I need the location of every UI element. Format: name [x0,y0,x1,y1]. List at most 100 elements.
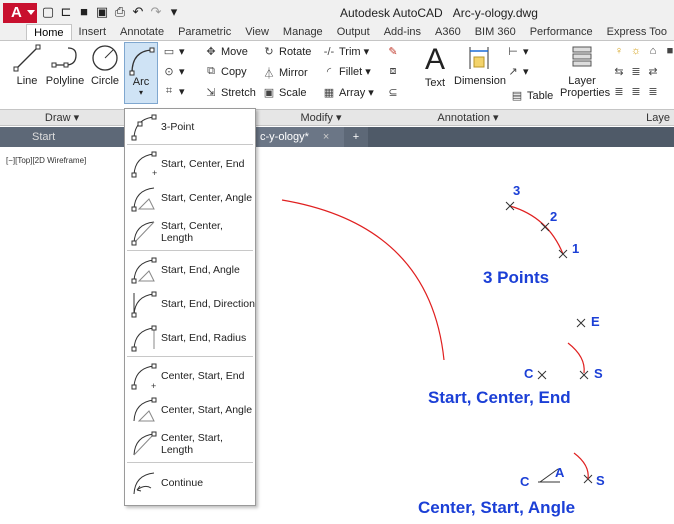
modify-panel-title[interactable]: Modify ▾ [256,110,386,126]
arc-button[interactable]: Arc ▾ [124,42,158,104]
fillet-button[interactable]: ◜ Fillet ▾ [322,65,371,79]
menu-item-start-end-direction[interactable]: Start, End, Direction [125,287,255,321]
menu-item-start-end-angle[interactable]: Start, End, Angle [125,253,255,287]
layer-state-controls[interactable]: ♀ ☼ ⌂ ■ [612,45,674,57]
point-label-s-2: S [596,473,605,488]
rotate-label: Rotate [279,45,312,58]
application-menu-button[interactable]: A [3,3,37,23]
tab-home[interactable]: Home [26,24,72,40]
boundary-button[interactable]: ⌗ ▾ [162,85,185,98]
linear-dimension-button[interactable]: ⊢ ▾ [506,45,528,58]
polyline-icon [51,47,77,68]
tab-start[interactable]: Start [0,127,124,147]
explode-button[interactable]: ⧈ [386,65,400,78]
print-icon[interactable]: ⎙ [112,4,128,20]
scale-label: Scale [279,86,307,99]
tab-annotate[interactable]: Annotate [113,24,171,40]
leader-button[interactable]: ↗ ▾ [506,65,528,78]
text-button[interactable]: A Text [418,43,452,93]
draw-panel-title[interactable]: Draw ▾ [0,110,124,126]
menu-separator [127,462,253,463]
mirror-button[interactable]: ⏃ Mirror [262,65,308,81]
layers-panel-title[interactable]: Laye [550,110,674,126]
hatch-button[interactable]: ⊙ ▾ [162,65,184,78]
trim-label: Trim [339,45,361,58]
menu-item-start-end-radius[interactable]: Start, End, Radius [125,321,255,355]
save-icon[interactable]: ■ [76,4,92,20]
menu-item-3-point[interactable]: 3-Point [125,110,255,144]
drawing-canvas[interactable]: [−][Top][2D Wireframe] 3 2 1 3 Points E … [0,147,674,524]
table-button[interactable]: ▤ Table [510,89,554,103]
tab-a360[interactable]: A360 [428,24,468,40]
start-center-end-caption: Start, Center, End [428,388,571,407]
tab-parametric[interactable]: Parametric [171,24,238,40]
table-label: Table [527,89,554,102]
tab-arc-y-ology[interactable]: c-y-ology* × [252,127,344,147]
array-button[interactable]: ▦ Array ▾ [322,86,374,100]
svg-text:+: + [152,168,157,178]
rectangle-button[interactable]: ▭ ▾ [162,45,185,58]
stretch-button[interactable]: ⇲ Stretch [204,86,255,100]
tab-manage[interactable]: Manage [276,24,330,40]
move-button[interactable]: ✥ Move [204,45,248,59]
menu-item-center-start-end[interactable]: + Center, Start, End [125,359,255,393]
table-icon: ▤ [511,90,523,102]
chevron-down-icon: ▾ [363,46,370,58]
arc-continue-icon [133,472,155,495]
copy-button[interactable]: ⧉ Copy [204,65,247,78]
arc-icon [129,47,155,76]
offset-button[interactable]: ⊆ [386,86,400,99]
point-label-3: 3 [513,183,521,198]
tab-insert[interactable]: Insert [72,24,114,40]
scale-button[interactable]: ▣ Scale [262,86,307,100]
arc-center-start-end-icon: + [131,363,157,391]
new-file-icon[interactable]: ▢ [40,4,56,20]
tab-output[interactable]: Output [330,24,377,40]
tab-add-ins[interactable]: Add-ins [377,24,428,40]
center-start-angle-arc [573,452,589,480]
close-icon[interactable]: × [323,131,329,143]
tab-express-tools[interactable]: Express Too [600,24,674,40]
hatch-icon: ⊙ [164,66,174,78]
customize-toolbar-icon[interactable]: ▾ [166,4,182,20]
mirror-icon: ⏃ [263,68,275,80]
arc-start-center-angle-icon [131,187,155,212]
document-tab-label: c-y-ology* [260,131,309,143]
point-label-c-2: C [520,474,530,489]
layer-freeze-icon: ≣ [631,86,641,98]
tab-view[interactable]: View [238,24,276,40]
three-points-caption: 3 Points [483,268,550,287]
svg-text:+: + [151,381,156,391]
new-tab-button[interactable]: + [344,127,368,147]
polyline-button[interactable]: Polyline [44,43,86,93]
tab-bim-360[interactable]: BIM 360 [468,24,523,40]
menu-item-center-start-angle[interactable]: Center, Start, Angle [125,393,255,427]
undo-icon[interactable]: ↶ [130,4,146,20]
layer-properties-button[interactable]: Layer Properties [560,43,610,99]
annotation-panel-title[interactable]: Annotation ▾ [386,110,550,126]
color-swatch-icon: ■ [666,45,674,57]
tab-performance[interactable]: Performance [523,24,600,40]
menu-item-continue[interactable]: Continue [125,466,255,500]
menu-separator [127,144,253,145]
layer-label-1: Layer [568,75,596,87]
app-title: Autodesk AutoCAD [340,6,443,20]
layer-tools-row-1[interactable]: ⇆ ≣ ⇄ [612,65,660,78]
redo-icon[interactable]: ↷ [148,4,164,20]
dimension-button[interactable]: Dimension [454,43,506,93]
circle-button[interactable]: Circle [88,43,122,93]
autocad-window: A ▢ ⊏ ■ ▣ ⎙ ↶ ↷ ▾ Autodesk AutoCAD Arc-y… [0,0,674,524]
layer-properties-icon [572,46,592,67]
rotate-button[interactable]: ↻ Rotate [262,45,312,59]
trim-button[interactable]: -/- Trim ▾ [322,45,370,59]
menu-item-start-center-end[interactable]: + Start, Center, End [125,147,255,181]
erase-button[interactable]: ✎ [386,45,400,58]
menu-item-start-center-length[interactable]: Start, Center, Length [125,215,255,249]
menu-item-center-start-length[interactable]: Center, Start, Length [125,427,255,461]
dimension-label: Dimension [454,75,506,87]
line-button[interactable]: Line [8,43,46,93]
menu-item-start-center-angle[interactable]: Start, Center, Angle [125,181,255,215]
open-folder-icon[interactable]: ⊏ [58,4,74,20]
layer-tools-row-2[interactable]: ≣ ≣ ≣ [612,85,660,98]
save-as-icon[interactable]: ▣ [94,4,110,20]
